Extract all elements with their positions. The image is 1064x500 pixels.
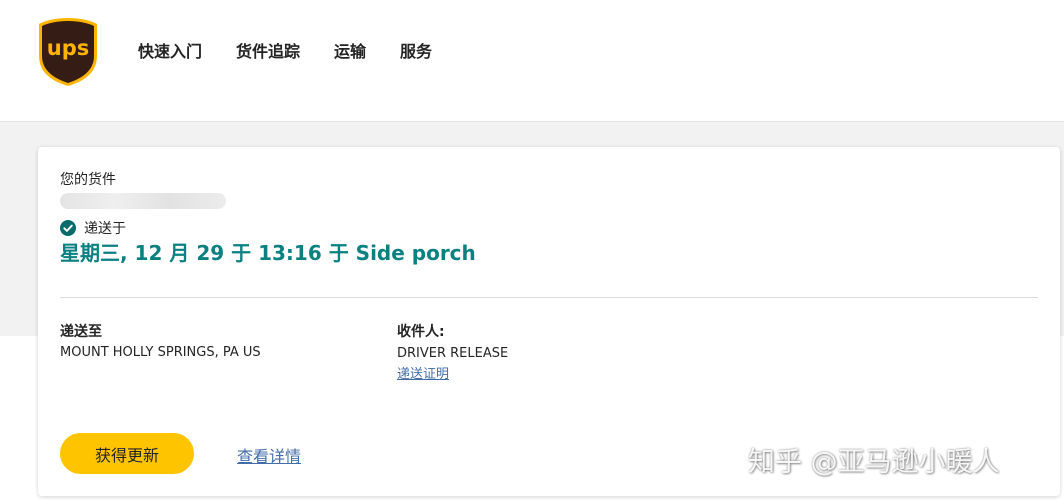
nav-item-shipping[interactable]: 运输 <box>334 40 366 68</box>
delivered-to-label: 递送至 <box>60 324 102 340</box>
delivery-date: 星期三, 12 月 29 于 13:16 于 Side porch <box>60 241 476 265</box>
received-by-value: DRIVER RELEASE <box>397 346 509 361</box>
site-header: ups 快速入门 货件追踪 运输 服务 <box>0 0 1064 122</box>
get-updates-button[interactable]: 获得更新 <box>60 433 194 474</box>
delivered-to-address: MOUNT HOLLY SPRINGS, PA US <box>60 345 261 360</box>
ups-logo[interactable]: ups <box>37 16 99 88</box>
watermark: 知乎 @亚马逊小暖人 <box>748 447 1000 478</box>
nav-item-tracking[interactable]: 货件追踪 <box>236 40 300 68</box>
nav-item-services[interactable]: 服务 <box>400 40 432 68</box>
divider <box>60 297 1038 298</box>
logo-text: ups <box>47 36 89 60</box>
proof-of-delivery-link[interactable]: 递送证明 <box>397 363 449 382</box>
view-details-link[interactable]: 查看详情 <box>237 443 301 467</box>
tracking-number-redacted <box>60 193 226 209</box>
ups-shield-icon: ups <box>39 18 97 86</box>
main-nav: 快速入门 货件追踪 运输 服务 <box>138 40 432 68</box>
status-label: 递送于 <box>84 221 126 237</box>
delivery-status: 递送于 <box>60 218 126 238</box>
nav-item-getting-started[interactable]: 快速入门 <box>138 40 202 68</box>
received-by-label: 收件人: <box>397 324 445 340</box>
shipment-title: 您的货件 <box>60 172 116 188</box>
check-circle-icon <box>60 220 76 236</box>
